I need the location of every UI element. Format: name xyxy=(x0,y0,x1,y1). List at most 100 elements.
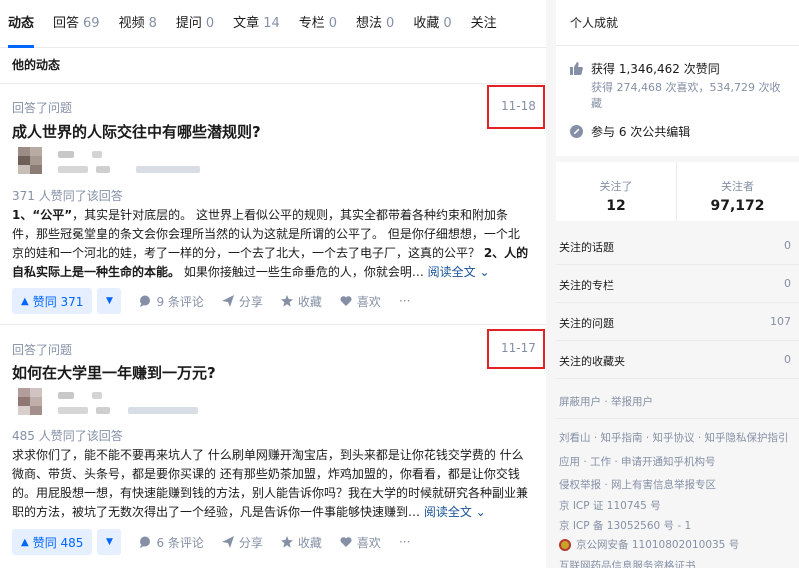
followers-label: 关注者 xyxy=(721,180,754,193)
list-value: 0 xyxy=(784,277,791,290)
block-report-links[interactable]: 屏蔽用户 · 举报用户 xyxy=(559,394,653,409)
comment-icon xyxy=(140,536,151,548)
share-button[interactable]: 分享 xyxy=(221,534,263,551)
like-button[interactable]: 喜欢 xyxy=(340,293,381,310)
list-value: 0 xyxy=(784,239,791,252)
footer-links[interactable]: 互联网药品信息服务资格证书 xyxy=(559,558,696,568)
upvote-button[interactable]: ▲ 赞同 485 xyxy=(12,529,93,555)
downvote-button[interactable]: ▼ xyxy=(97,288,122,314)
comment-button[interactable]: 6 条评论 xyxy=(139,534,204,551)
list-label: 关注的话题 xyxy=(559,241,614,254)
comment-button[interactable]: 9 条评论 xyxy=(139,293,204,310)
action-bar: ▲ 赞同 485 ▼ 6 条评论 分享 收藏 喜欢 ··· xyxy=(12,529,410,555)
list-value: 0 xyxy=(784,353,791,366)
avatar[interactable] xyxy=(12,147,44,181)
collect-button[interactable]: 收藏 xyxy=(280,534,322,551)
upvotes-text: 获得 1,346,462 次赞同 xyxy=(591,62,720,76)
feed-item: 回答了问题 11-17 如何在大学里一年赚到一万元? 485 人赞同了该回答 求… xyxy=(0,326,546,568)
more-icon: ··· xyxy=(398,294,411,308)
like-label: 喜欢 xyxy=(356,535,381,550)
tab-label: 视频 xyxy=(118,15,145,31)
comment-label: 6 条评论 xyxy=(156,535,204,550)
section-title: 他的动态 xyxy=(0,48,546,84)
collect-label: 收藏 xyxy=(297,535,322,550)
achievements-card: 个人成就 获得 1,346,462 次赞同 获得 274,468 次喜欢，534… xyxy=(556,0,799,156)
upvote-button[interactable]: ▲ 赞同 371 xyxy=(12,288,93,314)
collect-label: 收藏 xyxy=(297,294,322,309)
more-button[interactable]: ··· xyxy=(399,535,410,549)
achievements-title: 个人成就 xyxy=(556,0,799,46)
list-label: 关注的专栏 xyxy=(559,279,614,292)
followed-columns-link[interactable]: 关注的专栏 0 xyxy=(556,265,799,303)
read-more-label: 阅读全文 xyxy=(427,265,476,279)
tab-videos[interactable]: 视频 8 xyxy=(119,0,157,48)
like-button[interactable]: 喜欢 xyxy=(340,534,381,551)
comment-icon xyxy=(140,295,151,307)
followed-collections-link[interactable]: 关注的收藏夹 0 xyxy=(556,341,799,379)
edits-text: 参与 6 次公共编辑 xyxy=(591,125,691,139)
tab-label: 想法 xyxy=(356,15,383,31)
tab-answers[interactable]: 回答 69 xyxy=(53,0,100,48)
likes-collections-text: 获得 274,468 次喜欢，534,729 次收藏 xyxy=(591,81,781,110)
read-more-link[interactable]: 阅读全文 ⌄ xyxy=(428,265,490,279)
tab-collections[interactable]: 收藏 0 xyxy=(413,0,451,48)
tab-label: 文章 xyxy=(233,15,260,31)
feed-meta: 回答了问题 xyxy=(12,101,73,115)
tab-count: 0 xyxy=(386,15,395,31)
tab-label: 动态 xyxy=(8,15,35,31)
edit-icon xyxy=(570,125,583,138)
downvote-button[interactable]: ▼ xyxy=(97,529,122,555)
question-title[interactable]: 如何在大学里一年赚到一万元? xyxy=(12,362,216,383)
upvote-count-text: 485 人赞同了该回答 xyxy=(12,429,123,443)
profile-main-column: 动态 回答 69 视频 8 提问 0 文章 14 专栏 0 想法 0 收藏 0 关注 他的动态… xyxy=(0,0,546,568)
footer-links[interactable]: 应用 · 工作 · 申请开通知乎机构号 xyxy=(559,454,716,469)
profile-sidebar: 个人成就 获得 1,346,462 次赞同 获得 274,468 次喜欢，534… xyxy=(556,0,799,568)
read-more-label: 阅读全文 xyxy=(423,505,472,519)
collect-button[interactable]: 收藏 xyxy=(280,293,322,310)
more-button[interactable]: ··· xyxy=(399,294,410,308)
icp-record[interactable]: 京 ICP 备 13052560 号 - 1 xyxy=(559,518,691,533)
star-icon xyxy=(280,536,293,548)
tab-following[interactable]: 关注 xyxy=(471,0,497,48)
author-info xyxy=(12,147,232,181)
share-label: 分享 xyxy=(238,535,263,550)
tab-count: 0 xyxy=(205,15,215,31)
read-more-link[interactable]: 阅读全文 ⌄ xyxy=(424,505,486,519)
tab-columns[interactable]: 专栏 0 xyxy=(299,0,337,48)
comment-label: 9 条评论 xyxy=(156,294,204,309)
footer-links[interactable]: 侵权举报 · 网上有害信息举报专区 xyxy=(559,477,716,492)
tab-label: 收藏 xyxy=(413,15,440,31)
followers-stat[interactable]: 关注者 97,172 xyxy=(677,162,798,214)
answer-excerpt[interactable]: 求求你们了，能不能不要再来坑人了 什么刷单网赚开淘宝店，到头来都是让你花钱交学费… xyxy=(12,446,530,522)
tab-questions[interactable]: 提问 0 xyxy=(176,0,214,48)
thumbs-up-icon xyxy=(570,62,583,75)
police-record[interactable]: 京公网安备 11010802010035 号 xyxy=(559,537,739,552)
author-info xyxy=(12,388,232,422)
answer-excerpt[interactable]: 1、“公平”，其实是针对底层的。 这世界上看似公平的规则，其实全都带着各种约束和… xyxy=(12,206,530,282)
footer-links[interactable]: 刘看山 · 知乎指南 · 知乎协议 · 知乎隐私保护指引 xyxy=(559,430,789,445)
tab-label: 专栏 xyxy=(298,15,325,31)
upvote-count-text: 371 人赞同了该回答 xyxy=(12,189,123,203)
avatar[interactable] xyxy=(12,388,44,422)
excerpt-text: ，其实是针对底层的。 这世界上看似公平的规则，其实全都带着各种约束和附加条件，那… xyxy=(12,208,520,260)
profile-tabs: 动态 回答 69 视频 8 提问 0 文章 14 专栏 0 想法 0 收藏 0 关注 xyxy=(0,0,546,48)
triangle-down-icon: ▼ xyxy=(105,296,113,306)
more-icon: ··· xyxy=(398,535,411,549)
tab-label: 回答 xyxy=(53,15,80,31)
police-badge-icon xyxy=(559,538,571,551)
feed-date: 11-17 xyxy=(501,341,536,355)
share-button[interactable]: 分享 xyxy=(221,293,263,310)
question-title[interactable]: 成人世界的人际交往中有哪些潜规则? xyxy=(12,121,261,142)
following-stat[interactable]: 关注了 12 xyxy=(556,162,677,221)
share-icon xyxy=(221,295,234,307)
chevron-down-icon: ⌄ xyxy=(479,265,490,279)
icp-license[interactable]: 京 ICP 证 110745 号 xyxy=(559,498,661,513)
tab-thoughts[interactable]: 想法 0 xyxy=(356,0,394,48)
followed-topics-link[interactable]: 关注的话题 0 xyxy=(556,227,799,265)
edits-row: 参与 6 次公共编辑 xyxy=(570,123,690,140)
tab-articles[interactable]: 文章 14 xyxy=(233,0,280,48)
tab-activity[interactable]: 动态 xyxy=(8,0,35,48)
feed-date: 11-18 xyxy=(501,99,536,113)
followed-questions-link[interactable]: 关注的问题 107 xyxy=(556,303,799,341)
list-label: 关注的问题 xyxy=(559,317,614,330)
